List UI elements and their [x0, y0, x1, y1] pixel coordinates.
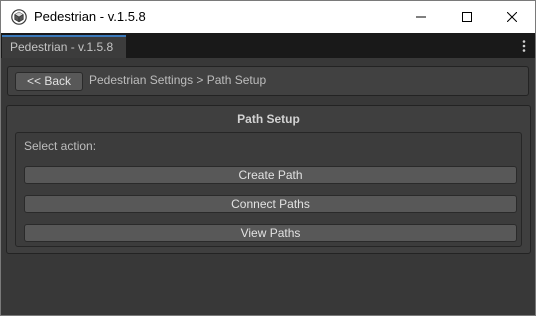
connect-paths-button[interactable]: Connect Paths	[24, 195, 517, 213]
view-paths-button[interactable]: View Paths	[24, 224, 517, 242]
tab-label: Pedestrian - v.1.5.8	[10, 40, 114, 54]
tab-pedestrian[interactable]: Pedestrian - v.1.5.8	[2, 35, 126, 58]
maximize-icon	[462, 12, 472, 22]
title-bar[interactable]: Pedestrian - v.1.5.8	[1, 1, 535, 33]
app-window: Pedestrian - v.1.5.8 Pedestrian - v.1.5.…	[0, 0, 536, 316]
minimize-icon	[416, 16, 426, 18]
unity-cube-icon	[11, 9, 27, 25]
back-button[interactable]: << Back	[15, 72, 83, 91]
close-icon	[507, 12, 517, 22]
breadcrumb-path: Pedestrian Settings > Path Setup	[89, 73, 267, 87]
panel-title: Path Setup	[237, 112, 300, 126]
editor-tab-bar: Pedestrian - v.1.5.8	[1, 33, 535, 58]
action-group: Select action: Create Path Connect Paths…	[15, 132, 522, 247]
path-setup-panel: Path Setup Select action: Create Path Co…	[6, 105, 531, 254]
kebab-menu-icon[interactable]	[521, 39, 527, 53]
maximize-button[interactable]	[444, 1, 490, 33]
minimize-button[interactable]	[398, 1, 444, 33]
close-button[interactable]	[489, 1, 535, 33]
create-path-button[interactable]: Create Path	[24, 166, 517, 184]
window-title: Pedestrian - v.1.5.8	[34, 9, 146, 24]
select-action-label: Select action:	[24, 139, 97, 153]
editor-content: << Back Pedestrian Settings > Path Setup…	[1, 58, 535, 315]
breadcrumb: << Back Pedestrian Settings > Path Setup	[7, 66, 529, 96]
